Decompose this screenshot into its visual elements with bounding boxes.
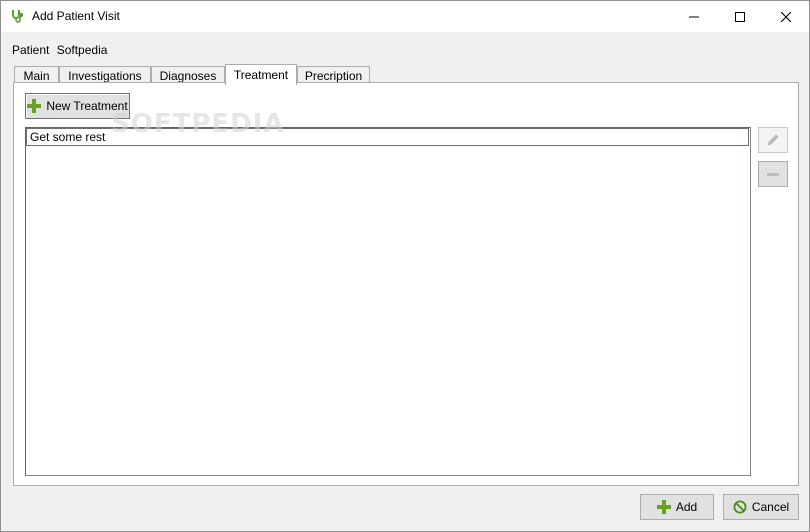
add-label: Add (675, 500, 698, 514)
plus-icon (27, 99, 42, 113)
new-treatment-button[interactable]: New Treatment (25, 93, 130, 119)
window-title: Add Patient Visit (32, 9, 120, 23)
cancel-button[interactable]: Cancel (723, 494, 799, 520)
pencil-icon (767, 134, 779, 146)
maximize-button[interactable] (717, 1, 763, 32)
remove-treatment-button[interactable] (758, 161, 788, 187)
minus-icon (767, 173, 779, 176)
cancel-label: Cancel (751, 500, 790, 514)
list-item[interactable]: Get some rest (26, 128, 749, 146)
tab-treatment[interactable]: Treatment (225, 64, 297, 85)
patient-name: Softpedia (56, 43, 108, 57)
minimize-icon (689, 16, 699, 17)
patient-info: Patient Softpedia (12, 43, 107, 57)
add-button[interactable]: Add (640, 494, 714, 520)
add-patient-visit-window: Add Patient Visit Patient Softpedia Main… (0, 0, 810, 532)
new-treatment-label: New Treatment (46, 99, 128, 113)
cancel-icon (733, 500, 747, 514)
patient-label: Patient (12, 43, 50, 57)
close-button[interactable] (763, 1, 809, 32)
close-icon (781, 11, 791, 22)
treatment-list[interactable]: Get some rest (25, 127, 751, 476)
stethoscope-icon (10, 8, 26, 24)
edit-treatment-button[interactable] (758, 127, 788, 153)
maximize-icon (735, 11, 745, 22)
minimize-button[interactable] (671, 1, 717, 32)
treatment-panel: New Treatment Get some rest (13, 82, 799, 486)
plus-icon (656, 500, 671, 514)
title-bar[interactable]: Add Patient Visit (1, 1, 809, 32)
